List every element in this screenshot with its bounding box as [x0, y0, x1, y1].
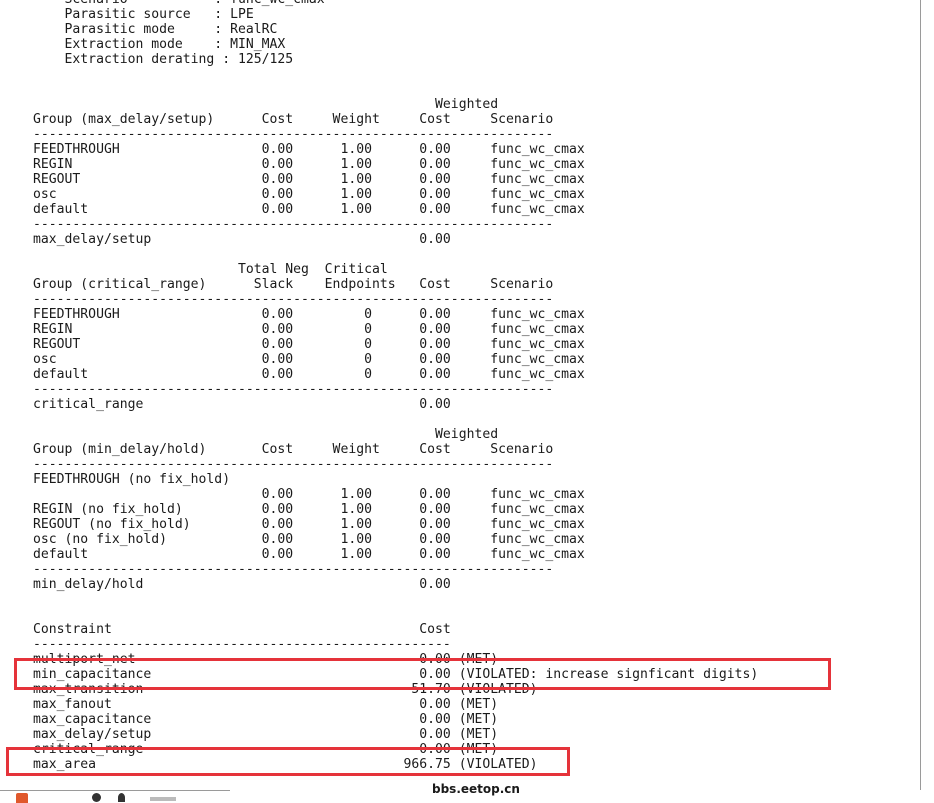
highlight-box-capacitance-transition: [14, 658, 831, 690]
report-line: Group (min_delay/hold) Cost Weight Cost …: [33, 442, 554, 457]
report-line: FEEDTHROUGH 0.00 0 0.00 func_wc_cmax: [33, 307, 585, 322]
report-line: osc 0.00 0 0.00 func_wc_cmax: [33, 352, 585, 367]
report-line: ----------------------------------------…: [33, 562, 554, 577]
report-line: REGIN 0.00 1.00 0.00 func_wc_cmax: [33, 157, 585, 172]
report-line: ----------------------------------------…: [33, 457, 554, 472]
report-line: osc (no fix_hold) 0.00 1.00 0.00 func_wc…: [33, 532, 585, 547]
highlight-box-max-area: [6, 747, 570, 776]
report-line: Parasitic source : LPE: [33, 7, 254, 22]
report-line: max_fanout 0.00 (MET): [33, 697, 499, 712]
report-line: max_capacitance 0.00 (MET): [33, 712, 499, 727]
taskbar-strip: [0, 790, 230, 803]
report-line: Extraction derating : 125/125: [33, 52, 294, 67]
user-icon[interactable]: [118, 793, 125, 802]
report-line: Parasitic mode : RealRC: [33, 22, 278, 37]
report-line: Constraint Cost: [33, 622, 451, 637]
report-line: ----------------------------------------…: [33, 217, 554, 232]
report-line: Group (max_delay/setup) Cost Weight Cost…: [33, 112, 554, 127]
report-line: Group (critical_range) Slack Endpoints C…: [33, 277, 554, 292]
report-line: ----------------------------------------…: [33, 637, 451, 652]
report-line: REGOUT 0.00 0 0.00 func_wc_cmax: [33, 337, 585, 352]
watermark-text: bbs.eetop.cn: [432, 782, 520, 796]
report-line: default 0.00 1.00 0.00 func_wc_cmax: [33, 547, 585, 562]
bar-icon: [150, 797, 176, 801]
report-line: FEEDTHROUGH 0.00 1.00 0.00 func_wc_cmax: [33, 142, 585, 157]
report-line: ----------------------------------------…: [33, 292, 554, 307]
report-line: ----------------------------------------…: [33, 382, 554, 397]
window-edge: [920, 0, 921, 790]
report-line: REGOUT 0.00 1.00 0.00 func_wc_cmax: [33, 172, 585, 187]
report-line: default 0.00 1.00 0.00 func_wc_cmax: [33, 202, 585, 217]
report-line: Weighted: [33, 97, 499, 112]
report-line: min_delay/hold 0.00: [33, 577, 451, 592]
report-line: Extraction mode : MIN_MAX: [33, 37, 286, 52]
report-line: Scenario : func_wc_cmax: [33, 0, 325, 7]
report-line: ----------------------------------------…: [33, 127, 554, 142]
report-line: Total Neg Critical: [33, 262, 388, 277]
circle-icon[interactable]: [92, 793, 101, 802]
report-line: Weighted: [33, 427, 499, 442]
report-line: REGOUT (no fix_hold) 0.00 1.00 0.00 func…: [33, 517, 585, 532]
report-line: max_delay/setup 0.00: [33, 232, 451, 247]
report-line: 0.00 1.00 0.00 func_wc_cmax: [33, 487, 585, 502]
report-line: default 0.00 0 0.00 func_wc_cmax: [33, 367, 585, 382]
report-line: critical_range 0.00: [33, 397, 451, 412]
report-line: REGIN 0.00 0 0.00 func_wc_cmax: [33, 322, 585, 337]
report-line: FEEDTHROUGH (no fix_hold): [33, 472, 231, 487]
report-line: max_delay/setup 0.00 (MET): [33, 727, 499, 742]
report-line: osc 0.00 1.00 0.00 func_wc_cmax: [33, 187, 585, 202]
report-line: REGIN (no fix_hold) 0.00 1.00 0.00 func_…: [33, 502, 585, 517]
